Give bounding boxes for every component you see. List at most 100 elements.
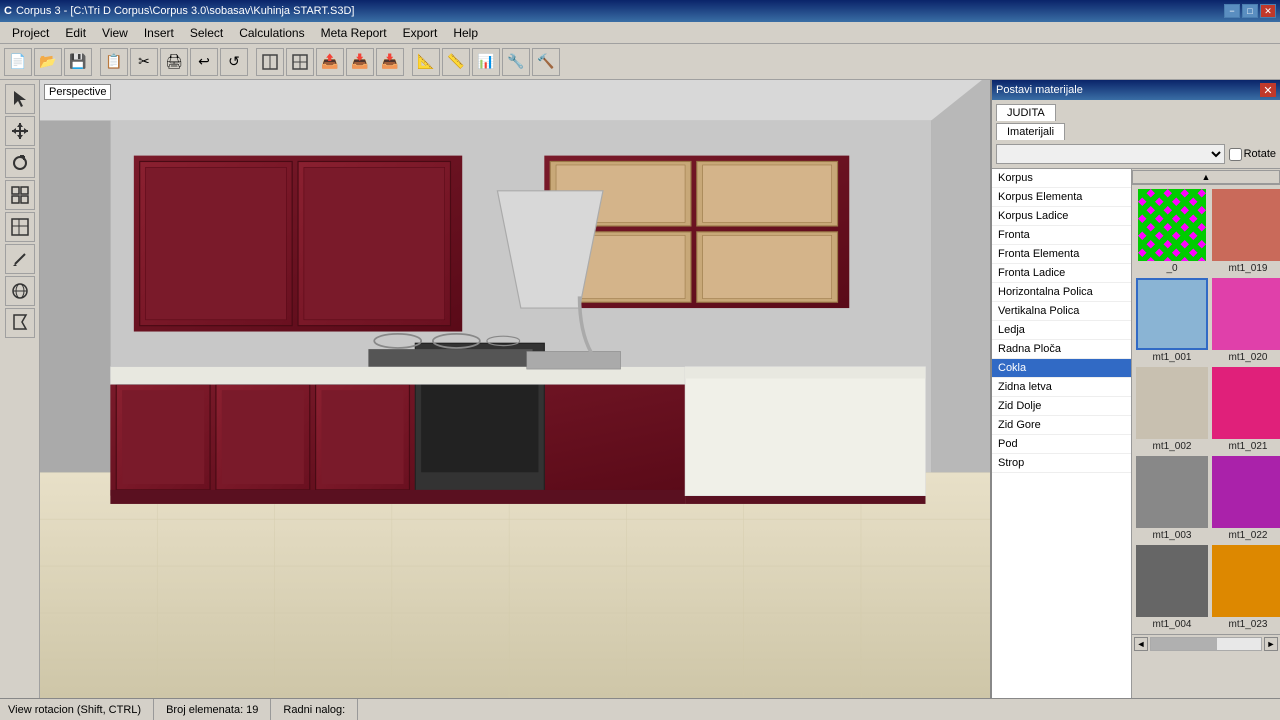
viewport[interactable]: Perspective (40, 80, 990, 698)
tb-measure[interactable]: 📐 (412, 48, 440, 76)
menu-help[interactable]: Help (445, 24, 486, 42)
menu-edit[interactable]: Edit (57, 24, 94, 42)
lt-move[interactable] (5, 116, 35, 146)
dropdown-row: Rotate (992, 140, 1280, 169)
color-label-mt1020: mt1_020 (1229, 352, 1268, 363)
list-item-vertikalna-polica[interactable]: Vertikalna Polica (992, 302, 1131, 321)
lt-rotate[interactable] (5, 148, 35, 178)
menu-calculations[interactable]: Calculations (231, 24, 312, 42)
menu-insert[interactable]: Insert (136, 24, 182, 42)
color-cell-mt1001[interactable]: mt1_001 (1136, 278, 1208, 363)
list-item-zidna-letva[interactable]: Zidna letva (992, 378, 1131, 397)
material-dropdown[interactable] (996, 144, 1225, 164)
color-swatch-mt1004[interactable] (1136, 545, 1208, 617)
menu-select[interactable]: Select (182, 24, 231, 42)
lt-pen[interactable] (5, 244, 35, 274)
title-area: C Corpus 3 - [C:\Tri D Corpus\Corpus 3.0… (4, 5, 354, 17)
list-item-horizontalna-polica[interactable]: Horizontalna Polica (992, 283, 1131, 302)
color-cell-0[interactable]: _0 (1136, 189, 1208, 274)
menu-metareport[interactable]: Meta Report (313, 24, 395, 42)
tb-export2[interactable]: 📥 (376, 48, 404, 76)
color-swatch-0[interactable] (1136, 189, 1208, 261)
rotate-checkbox[interactable] (1229, 148, 1242, 161)
list-item-korpus-ladice[interactable]: Korpus Ladice (992, 207, 1131, 226)
rotate-label: Rotate (1229, 148, 1276, 161)
tab-judita[interactable]: JUDITA (996, 104, 1056, 121)
list-item-pod[interactable]: Pod (992, 435, 1131, 454)
list-item-fronta-ladice[interactable]: Fronta Ladice (992, 264, 1131, 283)
tb-cut[interactable]: ✂ (130, 48, 158, 76)
left-toolbar (0, 80, 40, 698)
color-cell-mt1002[interactable]: mt1_002 (1136, 367, 1208, 452)
panel-close-button[interactable]: ✕ (1260, 83, 1276, 97)
color-cell-mt1020[interactable]: mt1_020 (1212, 278, 1280, 363)
color-label-mt1004: mt1_004 (1153, 619, 1192, 630)
tb-export[interactable]: 📥 (346, 48, 374, 76)
scroll-left-button[interactable]: ◄ (1134, 637, 1148, 651)
panel-titlebar: Postavi materijale ✕ (992, 80, 1280, 100)
color-cell-mt1004[interactable]: mt1_004 (1136, 545, 1208, 630)
tb-tool[interactable]: 🔨 (532, 48, 560, 76)
color-swatch-mt1001[interactable] (1136, 278, 1208, 350)
color-cell-mt1003[interactable]: mt1_003 (1136, 456, 1208, 541)
list-item-zid-dolje[interactable]: Zid Dolje (992, 397, 1131, 416)
lt-select[interactable] (5, 84, 35, 114)
lt-flag[interactable] (5, 308, 35, 338)
color-swatch-mt1003[interactable] (1136, 456, 1208, 528)
color-cell-mt1023[interactable]: mt1_023 (1212, 545, 1280, 630)
window-title: Corpus 3 - [C:\Tri D Corpus\Corpus 3.0\s… (16, 5, 355, 17)
list-item-korpus[interactable]: Korpus (992, 169, 1131, 188)
statusbar: View rotacion (Shift, CTRL) Broj elemena… (0, 698, 1280, 720)
tb-open[interactable]: 📂 (34, 48, 62, 76)
main-area: Perspective (0, 80, 1280, 698)
close-button[interactable]: ✕ (1260, 4, 1276, 18)
panel-content: JUDITA Imaterijali Rotate Korpu (992, 100, 1280, 698)
tb-box2[interactable] (286, 48, 314, 76)
window-controls: − □ ✕ (1224, 4, 1276, 18)
menu-project[interactable]: Project (4, 24, 57, 42)
lt-sphere[interactable] (5, 276, 35, 306)
tb-redo[interactable]: ↺ (220, 48, 248, 76)
lt-grid2[interactable] (5, 212, 35, 242)
color-swatch-mt1021[interactable] (1212, 367, 1280, 439)
status-view-rotation: View rotacion (Shift, CTRL) (8, 699, 154, 720)
list-item-cokla[interactable]: Cokla (992, 359, 1131, 378)
panel-body: Korpus Korpus Elementa Korpus Ladice Fro… (992, 169, 1280, 698)
color-label-mt1022: mt1_022 (1229, 530, 1268, 541)
scroll-up-button[interactable]: ▲ (1132, 170, 1280, 184)
color-swatch-mt1020[interactable] (1212, 278, 1280, 350)
color-swatch-mt1019[interactable] (1212, 189, 1280, 261)
list-item-zid-gore[interactable]: Zid Gore (992, 416, 1131, 435)
list-item-korpus-elementa[interactable]: Korpus Elementa (992, 188, 1131, 207)
menu-export[interactable]: Export (395, 24, 446, 42)
tb-undo[interactable]: ↩ (190, 48, 218, 76)
tb-dimension[interactable]: 📏 (442, 48, 470, 76)
list-item-fronta[interactable]: Fronta (992, 226, 1131, 245)
color-cell-mt1019[interactable]: mt1_019 (1212, 189, 1280, 274)
maximize-button[interactable]: □ (1242, 4, 1258, 18)
tb-import[interactable]: 📤 (316, 48, 344, 76)
color-swatch-mt1002[interactable] (1136, 367, 1208, 439)
list-item-fronta-elementa[interactable]: Fronta Elementa (992, 245, 1131, 264)
lt-grid[interactable] (5, 180, 35, 210)
scroll-right-button[interactable]: ► (1264, 637, 1278, 651)
tb-print[interactable]: 🖨 (160, 48, 188, 76)
tb-copy[interactable]: 📋 (100, 48, 128, 76)
tb-settings[interactable]: 🔧 (502, 48, 530, 76)
tb-box1[interactable] (256, 48, 284, 76)
color-cell-mt1021[interactable]: mt1_021 (1212, 367, 1280, 452)
tab-imaterijali[interactable]: Imaterijali (996, 123, 1065, 140)
panel-tabs2: Imaterijali (992, 121, 1280, 140)
menu-view[interactable]: View (94, 24, 136, 42)
list-item-ledja[interactable]: Ledja (992, 321, 1131, 340)
tb-new[interactable]: 📄 (4, 48, 32, 76)
color-swatch-mt1022[interactable] (1212, 456, 1280, 528)
list-item-strop[interactable]: Strop (992, 454, 1131, 473)
minimize-button[interactable]: − (1224, 4, 1240, 18)
tb-save[interactable]: 💾 (64, 48, 92, 76)
color-cell-mt1022[interactable]: mt1_022 (1212, 456, 1280, 541)
horizontal-scrollbar[interactable]: ◄ ► (1132, 634, 1280, 652)
list-item-radna-ploca[interactable]: Radna Ploča (992, 340, 1131, 359)
tb-chart[interactable]: 📊 (472, 48, 500, 76)
color-swatch-mt1023[interactable] (1212, 545, 1280, 617)
